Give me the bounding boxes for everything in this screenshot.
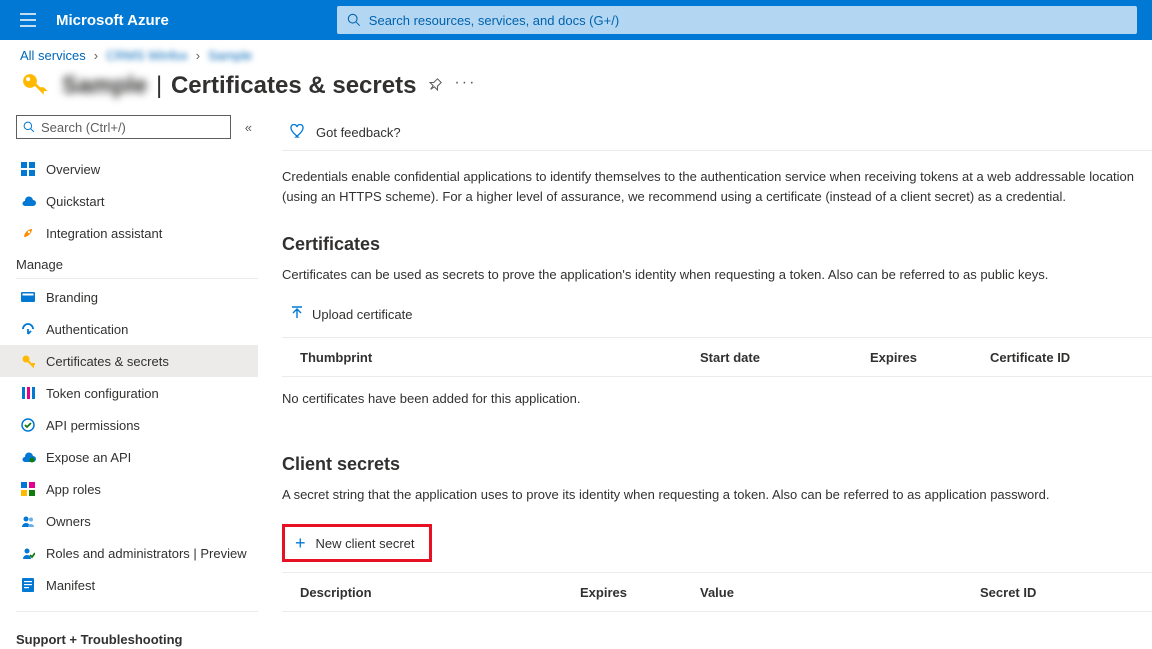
search-icon [23,121,35,133]
sidebar-item-manifest[interactable]: Manifest [0,569,258,601]
client-secrets-table-header: Description Expires Value Secret ID [282,572,1152,612]
global-search[interactable] [337,6,1137,34]
auth-icon [20,321,36,337]
sidebar-item-authentication[interactable]: Authentication [0,313,258,345]
expose-api-icon [20,449,36,465]
collapse-icon[interactable]: « [239,120,258,135]
breadcrumb-all-services[interactable]: All services [20,48,86,63]
plus-icon: + [295,533,306,554]
chevron-right-icon: › [94,48,98,63]
sidebar-item-certificates-secrets[interactable]: Certificates & secrets [0,345,258,377]
roles-icon [20,545,36,561]
col-start-date: Start date [700,350,870,365]
upload-certificate-button[interactable]: Upload certificate [290,306,412,323]
sidebar-item-label: Roles and administrators | Preview [46,546,247,561]
divider [16,278,258,279]
sidebar-item-integration[interactable]: Integration assistant [0,217,258,249]
heart-icon [290,124,306,141]
col-description: Description [300,585,580,600]
divider [16,611,258,612]
page-title-row: Sample | Certificates & secrets ··· [0,67,1152,115]
chevron-right-icon: › [196,48,200,63]
sidebar-search-input[interactable] [41,120,224,135]
sidebar-item-label: Overview [46,162,100,177]
rocket-icon [20,225,36,241]
hamburger-menu-icon[interactable] [8,0,48,40]
upload-certificate-label: Upload certificate [312,307,412,322]
sidebar-item-api-permissions[interactable]: API permissions [0,409,258,441]
upload-icon [290,306,304,323]
breadcrumb: All services › CRMS Winfox › Sample [0,40,1152,67]
sidebar-item-label: Certificates & secrets [46,354,169,369]
pin-icon[interactable] [428,78,442,95]
sidebar-item-label: Expose an API [46,450,131,465]
main-content: Got feedback? Credentials enable confide… [258,115,1152,614]
sidebar-item-label: Quickstart [46,194,105,209]
more-icon[interactable]: ··· [454,74,476,98]
sidebar-item-quickstart[interactable]: Quickstart [0,185,258,217]
certificates-table-header: Thumbprint Start date Expires Certificat… [282,337,1152,377]
sidebar-item-branding[interactable]: Branding [0,281,258,313]
feedback-label: Got feedback? [316,125,401,140]
app-roles-icon [20,481,36,497]
col-cert-id: Certificate ID [990,350,1152,365]
certificates-heading: Certificates [282,234,1152,255]
certificates-description: Certificates can be used as secrets to p… [282,267,1152,282]
sidebar-item-label: Owners [46,514,91,529]
breadcrumb-item-2[interactable]: CRMS Winfox [106,48,188,63]
top-bar: Microsoft Azure [0,0,1152,40]
credentials-description: Credentials enable confidential applicat… [282,167,1152,206]
token-icon [20,385,36,401]
branding-icon [20,289,36,305]
new-client-secret-button[interactable]: + New client secret [282,524,432,562]
sidebar-item-roles-admins[interactable]: Roles and administrators | Preview [0,537,258,569]
permissions-icon [20,417,36,433]
sidebar-item-label: Branding [46,290,98,305]
new-client-secret-label: New client secret [316,536,415,551]
page-title: Sample | Certificates & secrets [62,72,416,100]
sidebar-search[interactable] [16,115,231,139]
key-icon [20,71,50,101]
sidebar-item-label: Integration assistant [46,226,162,241]
col-thumbprint: Thumbprint [300,350,700,365]
feedback-button[interactable]: Got feedback? [282,115,1152,151]
owners-icon [20,513,36,529]
col-expires: Expires [870,350,990,365]
col-value: Value [700,585,980,600]
sidebar-item-label: Authentication [46,322,128,337]
key-icon [20,353,36,369]
sidebar-item-label: Token configuration [46,386,159,401]
sidebar-item-owners[interactable]: Owners [0,505,258,537]
search-icon [347,13,361,27]
global-search-input[interactable] [369,13,1127,28]
col-expires: Expires [580,585,700,600]
client-secrets-description: A secret string that the application use… [282,487,1152,502]
sidebar: « Overview Quickstart Integration assist… [0,115,258,614]
client-secrets-heading: Client secrets [282,454,1152,475]
sidebar-section-manage: Manage [16,249,258,276]
manifest-icon [20,577,36,593]
sidebar-item-label: App roles [46,482,101,497]
certificates-empty-message: No certificates have been added for this… [282,391,1152,406]
sidebar-item-expose-api[interactable]: Expose an API [0,441,258,473]
overview-icon [20,161,36,177]
brand-label: Microsoft Azure [56,12,169,29]
breadcrumb-item-3[interactable]: Sample [208,48,252,63]
sidebar-item-label: Manifest [46,578,95,593]
sidebar-item-app-roles[interactable]: App roles [0,473,258,505]
sidebar-item-overview[interactable]: Overview [0,153,258,185]
col-secret-id: Secret ID [980,585,1152,600]
sidebar-section-support: Support + Troubleshooting [16,632,182,647]
sidebar-item-label: API permissions [46,418,140,433]
cloud-icon [20,193,36,209]
sidebar-item-token-config[interactable]: Token configuration [0,377,258,409]
